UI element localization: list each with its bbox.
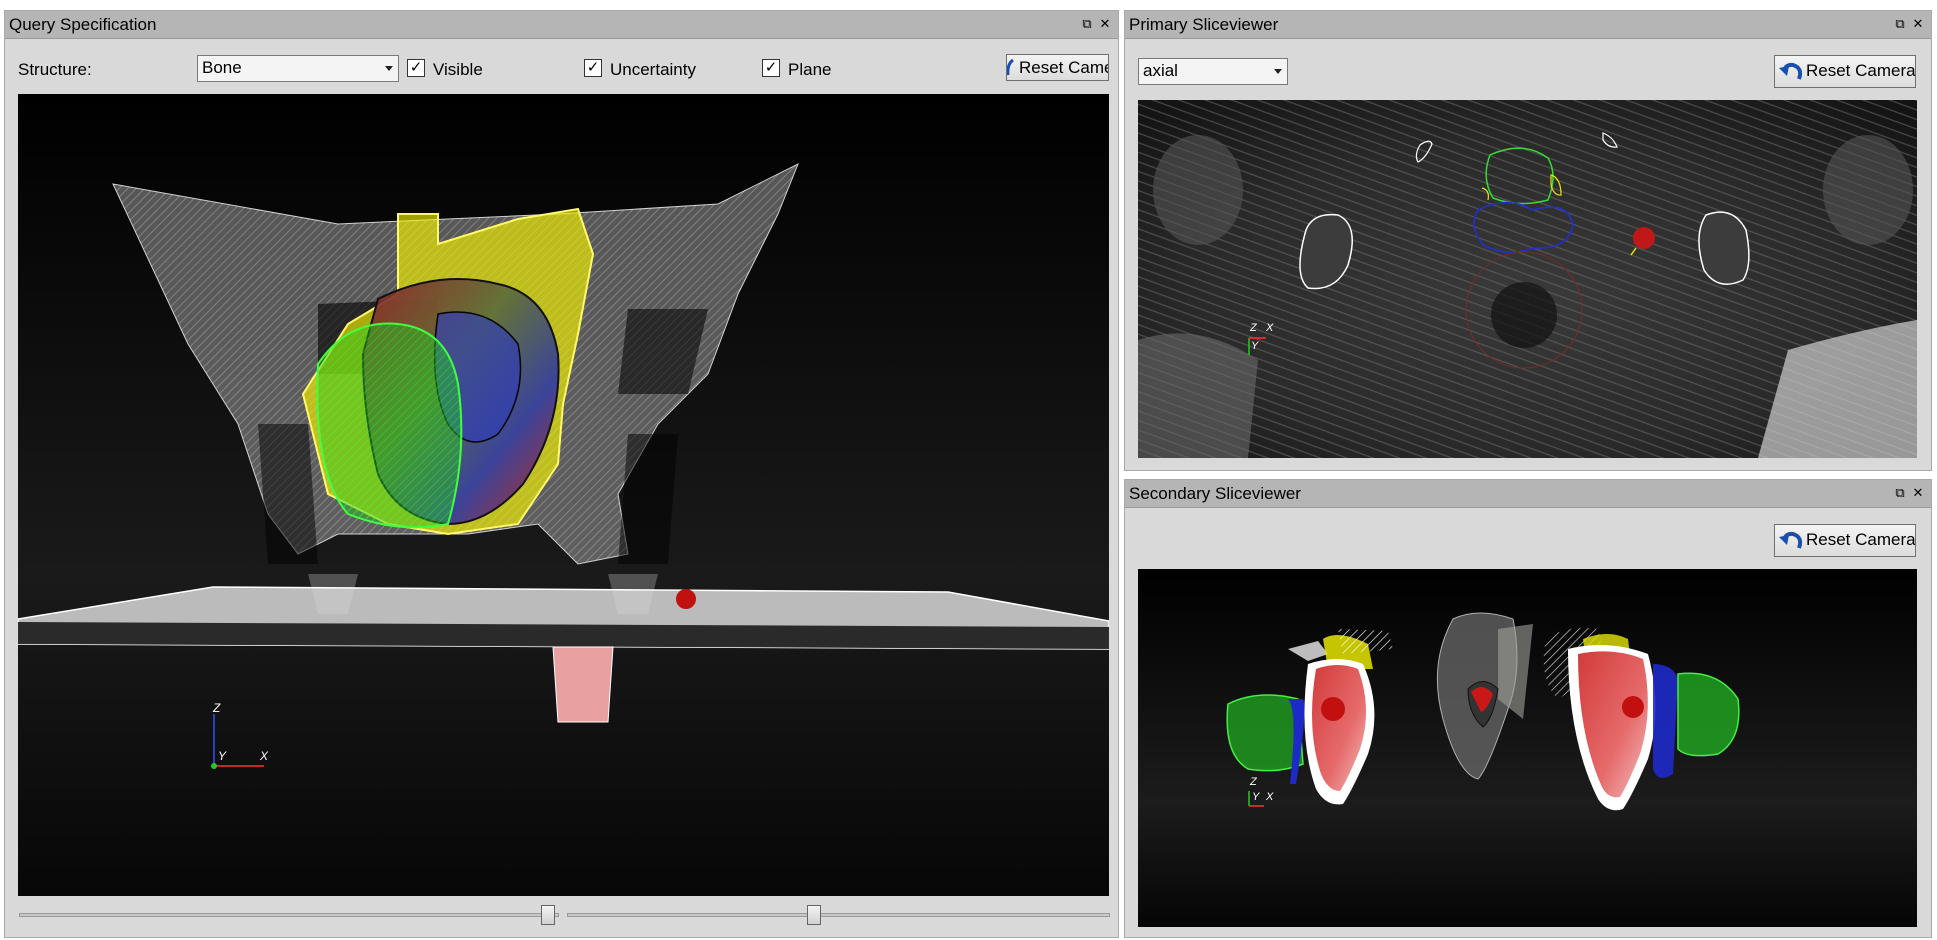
axis-x-label: X	[1266, 791, 1274, 803]
uncertainty-label: Uncertainty	[610, 60, 696, 79]
right-slider-handle[interactable]	[807, 905, 821, 925]
close-icon[interactable]: ✕	[1911, 14, 1925, 34]
query-specification-panel: Query Specification ⧉ ✕ Structure: Bone …	[4, 10, 1119, 938]
structure-select[interactable]: Bone	[197, 55, 399, 82]
visible-label: Visible	[433, 60, 483, 79]
chevron-down-icon	[385, 66, 393, 71]
chevron-down-icon	[1274, 69, 1282, 74]
reset-camera-button[interactable]: Reset Camera	[1006, 54, 1109, 81]
structure-label: Structure:	[18, 60, 92, 79]
reset-camera-label: Reset Camera	[1806, 61, 1916, 80]
axis-y-label: Y	[1251, 340, 1259, 352]
axis-y-label: Y	[1252, 791, 1260, 803]
reset-camera-label: Reset Camera	[1019, 58, 1108, 77]
axis-z-label: Z	[213, 701, 221, 715]
axial-slice-view[interactable]: Z X Y	[1138, 100, 1917, 458]
secondary-sliceviewer-panel: Secondary Sliceviewer ⧉ ✕ Reset Camera Z…	[1124, 479, 1932, 938]
reset-camera-label: Reset Camera	[1806, 530, 1916, 549]
reset-camera-button[interactable]: Reset Camera	[1774, 524, 1916, 557]
reset-camera-icon	[1779, 62, 1803, 80]
primary-sliceviewer-titlebar[interactable]: Primary Sliceviewer ⧉ ✕	[1125, 11, 1931, 39]
primary-sliceviewer-panel: Primary Sliceviewer ⧉ ✕ axial Reset Came…	[1124, 10, 1932, 471]
close-icon[interactable]: ✕	[1098, 14, 1112, 34]
visible-checkbox[interactable]: ✓	[407, 59, 425, 77]
panel-title: Secondary Sliceviewer	[1129, 484, 1301, 503]
restore-window-icon[interactable]: ⧉	[1893, 483, 1907, 503]
structure-select-value: Bone	[202, 58, 242, 77]
axis-x-label: X	[260, 749, 269, 763]
restore-window-icon[interactable]: ⧉	[1893, 14, 1907, 34]
query-specification-titlebar[interactable]: Query Specification ⧉ ✕	[5, 11, 1118, 39]
view-orientation-value: axial	[1143, 61, 1178, 80]
view-orientation-select[interactable]: axial	[1138, 58, 1288, 85]
plane-checkbox[interactable]: ✓	[762, 59, 780, 77]
3d-pelvis-render	[18, 162, 1109, 769]
3d-render-view[interactable]: Z Y X	[18, 94, 1109, 896]
left-slider-track[interactable]	[19, 913, 559, 917]
panel-title: Query Specification	[9, 15, 157, 34]
axial-mri-image	[1138, 100, 1917, 458]
restore-window-icon[interactable]: ⧉	[1080, 14, 1094, 34]
panel-title: Primary Sliceviewer	[1129, 15, 1279, 34]
reset-camera-icon	[1007, 59, 1014, 76]
axis-x-label: X	[1266, 322, 1274, 334]
secondary-sliceviewer-titlebar[interactable]: Secondary Sliceviewer ⧉ ✕	[1125, 480, 1931, 508]
right-slider-track[interactable]	[567, 913, 1110, 917]
axis-z-label: Z	[1250, 776, 1257, 788]
left-slider-handle[interactable]	[541, 905, 555, 925]
secondary-render	[1226, 612, 1740, 811]
plane-label: Plane	[788, 60, 832, 79]
axis-y-label: Y	[218, 749, 227, 763]
secondary-3d-view[interactable]: Z Y X	[1138, 569, 1917, 927]
uncertainty-checkbox[interactable]: ✓	[584, 59, 602, 77]
reset-camera-button[interactable]: Reset Camera	[1774, 55, 1916, 88]
axis-z-label: Z	[1250, 322, 1257, 334]
close-icon[interactable]: ✕	[1911, 483, 1925, 503]
reset-camera-icon	[1779, 531, 1803, 549]
